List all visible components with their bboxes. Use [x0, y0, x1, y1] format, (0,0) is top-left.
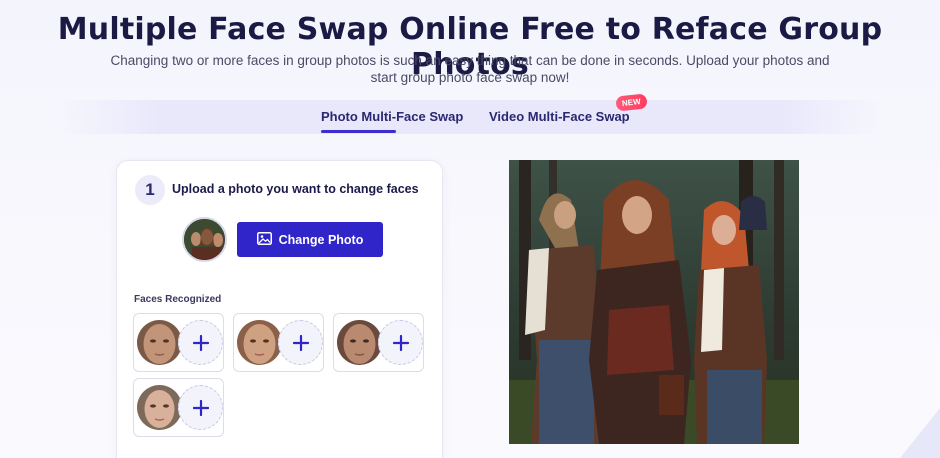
- plus-icon: [392, 334, 409, 351]
- tab-photo-multi-face-swap[interactable]: Photo Multi-Face Swap: [321, 109, 463, 124]
- group-photo-preview: [509, 160, 799, 444]
- step-number: 1: [135, 175, 165, 205]
- face-slot-2[interactable]: [233, 313, 324, 372]
- active-tab-indicator: [321, 130, 396, 133]
- face-slot-4[interactable]: [133, 378, 224, 437]
- detected-face-3: [337, 320, 382, 365]
- add-face-button[interactable]: [178, 320, 223, 365]
- change-photo-label: Change Photo: [278, 232, 364, 247]
- uploaded-photo-thumbnail: [182, 217, 227, 262]
- plus-icon: [192, 334, 209, 351]
- add-face-button[interactable]: [278, 320, 323, 365]
- detected-face-4: [137, 385, 182, 430]
- detected-face-2: [237, 320, 282, 365]
- tab-bar: Photo Multi-Face Swap Video Multi-Face S…: [60, 100, 880, 134]
- plus-icon: [292, 334, 309, 351]
- subtitle-line-2: start group photo face swap now!: [370, 70, 570, 85]
- plus-icon: [192, 399, 209, 416]
- add-face-button[interactable]: [378, 320, 423, 365]
- page-subtitle: Changing two or more faces in group phot…: [80, 52, 860, 86]
- decorative-corner: [880, 398, 940, 458]
- faces-recognized-label: Faces Recognized: [134, 294, 222, 305]
- detected-face-1: [137, 320, 182, 365]
- image-icon: [256, 231, 272, 248]
- tab-video-multi-face-swap[interactable]: Video Multi-Face Swap: [489, 109, 630, 124]
- face-slot-3[interactable]: [333, 313, 424, 372]
- add-face-button[interactable]: [178, 385, 223, 430]
- change-photo-button[interactable]: Change Photo: [237, 222, 383, 257]
- face-slot-1[interactable]: [133, 313, 224, 372]
- subtitle-line-1: Changing two or more faces in group phot…: [110, 53, 830, 68]
- step-label: Upload a photo you want to change faces: [172, 182, 419, 196]
